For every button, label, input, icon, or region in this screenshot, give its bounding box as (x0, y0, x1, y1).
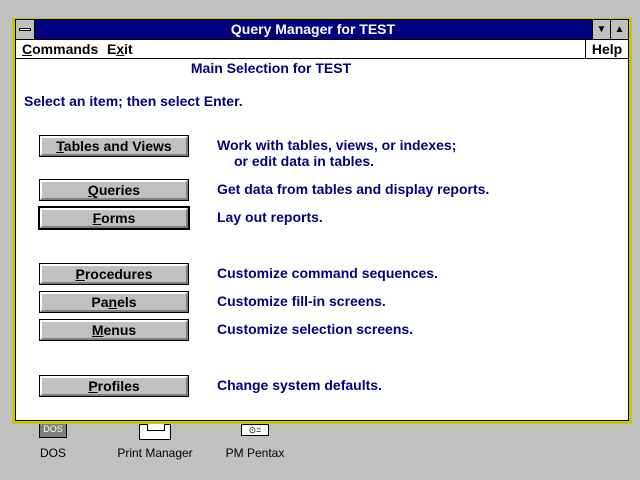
menu-bar: Commands Exit Help (16, 40, 628, 59)
menu-help[interactable]: Help (585, 40, 628, 58)
menus-button[interactable]: Menus (39, 319, 189, 341)
desktop-icon-label: Print Manager (117, 446, 193, 460)
menu-exit[interactable]: Exit (107, 40, 133, 58)
panels-button[interactable]: Panels (39, 291, 189, 313)
maximize-button[interactable]: ▲ (610, 20, 628, 39)
desktop: DOS DOS Print Manager ⊙= PM Pentax Query… (0, 0, 640, 480)
menus-description: Customize selection screens. (217, 321, 414, 337)
profiles-button[interactable]: Profiles (39, 375, 189, 397)
page-title: Main Selection for TEST (190, 60, 352, 76)
instruction-text: Select an item; then select Enter. (24, 93, 243, 109)
window-title: Query Manager for TEST (230, 21, 396, 37)
profiles-description: Change system defaults. (217, 377, 382, 393)
system-menu-icon[interactable] (16, 20, 35, 39)
queries-button[interactable]: Queries (39, 179, 189, 201)
queries-description: Get data from tables and display reports… (217, 181, 490, 197)
panels-description: Customize fill-in screens. (217, 293, 386, 309)
title-bar[interactable]: Query Manager for TEST ▼ ▲ (16, 20, 628, 40)
minimize-button[interactable]: ▼ (592, 20, 610, 39)
desktop-icon-label: DOS (39, 446, 66, 460)
query-manager-window: Query Manager for TEST ▼ ▲ Commands Exit… (12, 18, 632, 424)
procedures-button[interactable]: Procedures (39, 263, 189, 285)
tables-and-views-button[interactable]: Tables and Views (39, 135, 189, 157)
forms-button[interactable]: Forms (38, 206, 190, 230)
menu-commands[interactable]: Commands (22, 40, 98, 58)
main-selection-panel: Main Selection for TEST Select an item; … (16, 59, 628, 420)
procedures-description: Customize command sequences. (217, 265, 438, 281)
forms-description: Lay out reports. (217, 209, 323, 225)
desktop-icon-label: PM Pentax (225, 446, 285, 460)
tables-and-views-description: Work with tables, views, or indexes; or … (217, 137, 457, 169)
